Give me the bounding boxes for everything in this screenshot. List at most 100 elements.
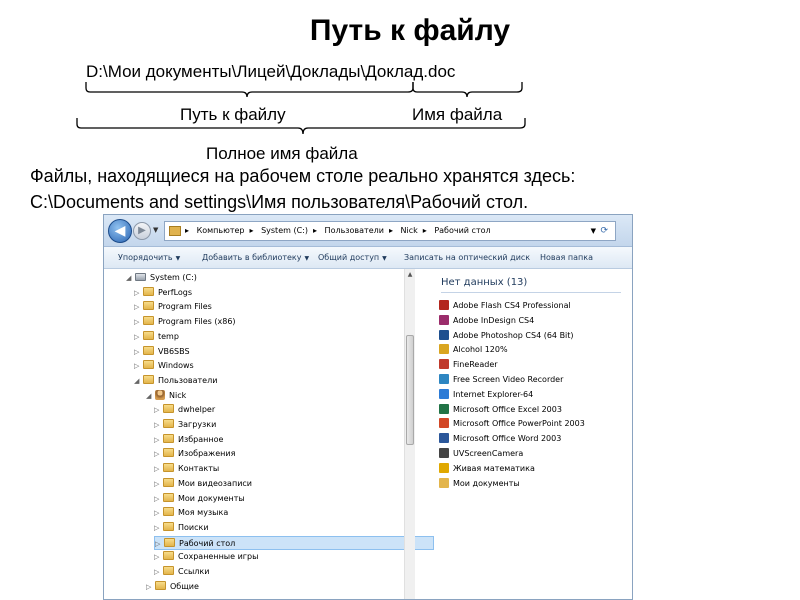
- tree-item-label: Загрузки: [178, 420, 217, 429]
- tree-item[interactable]: ▷ VB6SBS: [134, 345, 190, 359]
- brace-diagram: [76, 82, 526, 135]
- expand-right-icon[interactable]: ▷: [134, 330, 143, 344]
- scroll-up-icon[interactable]: ▲: [405, 269, 415, 280]
- tree-item[interactable]: ▷ Поиски: [154, 521, 209, 535]
- file-item[interactable]: Adobe Photoshop CS4 (64 Bit): [439, 329, 574, 343]
- file-item[interactable]: UVScreenCamera: [439, 447, 523, 461]
- recent-pages-dropdown[interactable]: ▼: [153, 226, 158, 234]
- tree-item[interactable]: ▷ Контакты: [154, 462, 219, 476]
- file-item[interactable]: FineReader: [439, 358, 498, 372]
- word-icon: [439, 433, 449, 444]
- folder-icon: [163, 419, 174, 428]
- tree-item[interactable]: ▷ Ссылки: [154, 565, 209, 579]
- tree-item[interactable]: ▷ Мои документы: [154, 492, 245, 506]
- expand-right-icon[interactable]: ▷: [154, 521, 163, 535]
- expand-right-icon[interactable]: ▷: [146, 580, 155, 594]
- file-item-label: Adobe Flash CS4 Professional: [453, 301, 571, 310]
- file-item[interactable]: Free Screen Video Recorder: [439, 373, 563, 387]
- file-item[interactable]: Internet Explorer-64: [439, 388, 533, 402]
- tree-item[interactable]: ▷ Моя музыка: [154, 506, 228, 520]
- expand-right-icon[interactable]: ▷: [154, 492, 163, 506]
- expand-right-icon[interactable]: ▷: [134, 300, 143, 314]
- folder-icon: [439, 477, 449, 488]
- finereader-icon: [439, 359, 449, 370]
- file-item[interactable]: Microsoft Office Word 2003: [439, 432, 561, 446]
- breadcrumb-item[interactable]: Рабочий стол: [434, 226, 490, 235]
- expand-right-icon[interactable]: ▷: [154, 462, 163, 476]
- file-item-label: Free Screen Video Recorder: [453, 375, 564, 384]
- recorder-icon: [439, 374, 449, 384]
- tree-item-label: Поиски: [178, 522, 209, 532]
- tree-item[interactable]: ▷ Общие: [146, 580, 199, 594]
- expand-right-icon[interactable]: ▷: [154, 565, 163, 579]
- breadcrumb-item[interactable]: Пользователи: [325, 226, 384, 235]
- expand-right-icon[interactable]: ▷: [154, 477, 163, 491]
- tree-item[interactable]: ▷ Мои видеозаписи: [154, 477, 252, 491]
- tree-item[interactable]: ▷ Windows: [134, 359, 194, 373]
- expand-right-icon[interactable]: ▷: [154, 447, 163, 461]
- expand-right-icon[interactable]: ▷: [154, 418, 163, 432]
- tree-item-label: Program Files: [158, 302, 212, 312]
- tree-item[interactable]: ◢ System (C:): [126, 271, 197, 285]
- tree-item-label: Мои видеозаписи: [178, 478, 252, 488]
- folder-icon: [163, 551, 174, 561]
- tree-item-label: Рабочий стол: [179, 538, 236, 548]
- expand-right-icon[interactable]: ▷: [134, 345, 143, 359]
- tree-item-label: Program Files (x86): [158, 317, 236, 327]
- expand-right-icon[interactable]: ▷: [134, 359, 143, 373]
- user-folder-icon: [155, 389, 165, 400]
- tree-item[interactable]: ▷ Рабочий стол: [154, 535, 434, 551]
- file-item-label: FineReader: [453, 360, 498, 370]
- organize-button[interactable]: Упорядочить ▼: [118, 247, 180, 270]
- expand-down-icon[interactable]: ◢: [126, 271, 135, 285]
- expand-down-icon[interactable]: ◢: [146, 389, 155, 403]
- tree-item-label: Моя музыка: [178, 508, 229, 518]
- expand-right-icon[interactable]: ▷: [154, 433, 163, 447]
- group-header[interactable]: Нет данных (13): [441, 277, 527, 288]
- add-to-library-button[interactable]: Добавить в библиотеку ▼: [202, 247, 309, 270]
- breadcrumb-item[interactable]: Компьютер: [197, 226, 245, 235]
- tree-item[interactable]: ▷ temp: [134, 330, 179, 344]
- scroll-thumb[interactable]: [406, 335, 414, 445]
- file-item[interactable]: Мои документы: [439, 477, 520, 491]
- expand-right-icon[interactable]: ▷: [134, 286, 143, 300]
- back-button[interactable]: ◀: [108, 219, 132, 243]
- tree-item[interactable]: ▷ Program Files (x86): [134, 315, 236, 329]
- tree-item[interactable]: ▷ Изображения: [154, 447, 235, 461]
- breadcrumb-item[interactable]: Nick: [401, 226, 418, 235]
- refresh-icon[interactable]: ⟳: [600, 222, 608, 240]
- file-item[interactable]: Alcohol 120%: [439, 343, 508, 357]
- tree-item[interactable]: ▷ PerfLogs: [134, 286, 192, 300]
- chevron-down-icon[interactable]: ▼: [591, 222, 596, 240]
- breadcrumb-item[interactable]: System (C:): [261, 226, 308, 235]
- tree-item-label: VB6SBS: [158, 346, 190, 356]
- file-item[interactable]: Adobe InDesign CS4: [439, 314, 534, 328]
- expand-right-icon[interactable]: ▷: [154, 550, 163, 564]
- tree-item-label: temp: [158, 331, 179, 341]
- folder-icon: [163, 507, 174, 517]
- tree-item[interactable]: ▷ Сохраненные игры: [154, 550, 258, 564]
- file-item[interactable]: Microsoft Office Excel 2003: [439, 403, 562, 417]
- tree-item[interactable]: ▷ Загрузки: [154, 418, 216, 432]
- navigation-tree: ◢ System (C:) ▷ PerfLogs ▷ Program Files ▷ Prog…: [104, 269, 434, 599]
- expand-right-icon[interactable]: ▷: [134, 315, 143, 329]
- camera-icon: [439, 448, 449, 458]
- burn-button[interactable]: Записать на оптический диск: [404, 247, 530, 269]
- tree-item[interactable]: ▷ dwhelper: [154, 403, 215, 417]
- share-button[interactable]: Общий доступ ▼: [318, 247, 387, 270]
- tree-scrollbar[interactable]: ▲: [404, 269, 415, 599]
- new-folder-button[interactable]: Новая папка: [540, 247, 593, 269]
- expand-right-icon[interactable]: ▷: [154, 506, 163, 520]
- tree-item[interactable]: ◢ Nick: [146, 389, 186, 403]
- tree-item[interactable]: ◢ Пользователи: [134, 374, 217, 388]
- address-field[interactable]: ▸ Компьютер ▸ System (C:) ▸ Пользователи ▸ …: [164, 221, 616, 241]
- file-item[interactable]: Живая математика: [439, 462, 535, 476]
- expand-down-icon[interactable]: ◢: [134, 374, 143, 388]
- file-item[interactable]: Adobe Flash CS4 Professional: [439, 299, 571, 313]
- expand-right-icon[interactable]: ▷: [155, 537, 164, 551]
- tree-item[interactable]: ▷ Избранное: [154, 433, 223, 447]
- expand-right-icon[interactable]: ▷: [154, 403, 163, 417]
- file-item[interactable]: Microsoft Office PowerPoint 2003: [439, 417, 585, 431]
- tree-item[interactable]: ▷ Program Files: [134, 300, 212, 314]
- forward-button[interactable]: ▶: [133, 222, 151, 240]
